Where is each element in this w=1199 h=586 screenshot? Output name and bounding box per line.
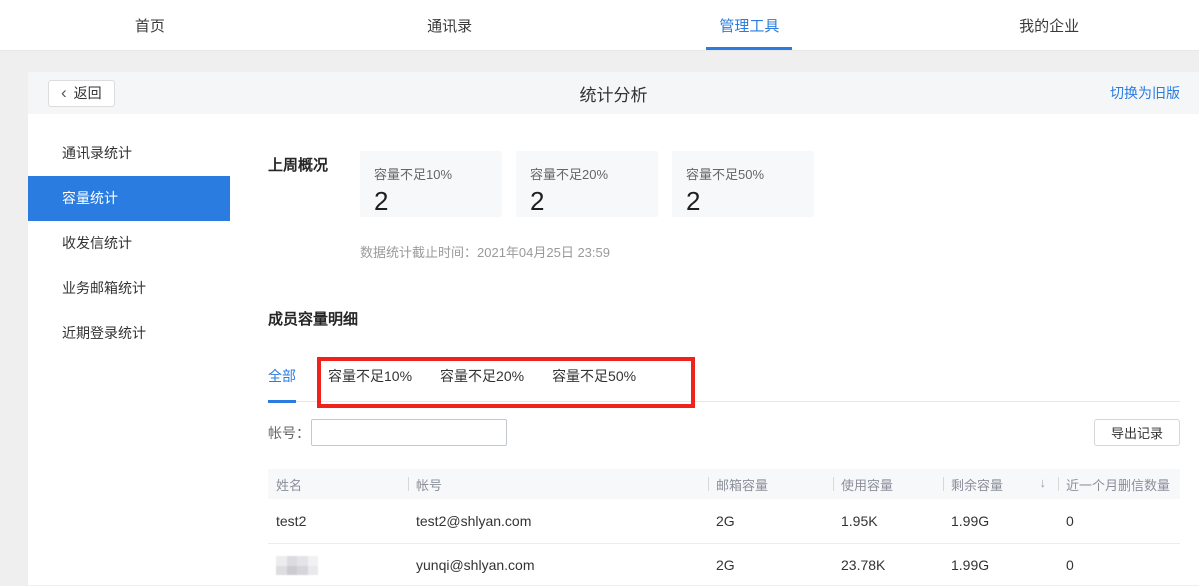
sort-descending-icon[interactable]: ↓ bbox=[1040, 475, 1047, 490]
cell-account: yunqi@shlyan.com bbox=[408, 543, 708, 586]
top-nav: 首页 通讯录 管理工具 我的企业 bbox=[0, 0, 1199, 51]
data-cutoff-timestamp: 数据统计截止时间：2021年04月25日 23:59 bbox=[360, 242, 1180, 261]
tab-under-20[interactable]: 容量不足20% bbox=[440, 366, 524, 403]
overview-section-label: 上周概况 bbox=[268, 151, 360, 217]
account-search-input[interactable] bbox=[311, 419, 507, 446]
stat-card-label: 容量不足20% bbox=[530, 164, 658, 183]
column-header-deleted-last-month: 近一个月删信数量 bbox=[1058, 469, 1180, 499]
cell-account: test2@shlyan.com bbox=[408, 499, 708, 543]
column-header-name: 姓名 bbox=[268, 469, 408, 499]
cell-remaining: 1.99G bbox=[943, 543, 1058, 586]
sidebar-item-label: 容量统计 bbox=[62, 190, 118, 206]
overview-cards: 容量不足10% 2 容量不足20% 2 容量不足50% 2 bbox=[360, 151, 814, 217]
column-header-mailbox-quota: 邮箱容量 bbox=[708, 469, 833, 499]
nav-item-label: 首页 bbox=[135, 15, 165, 36]
sidebar: 通讯录统计 容量统计 收发信统计 业务邮箱统计 近期登录统计 bbox=[28, 114, 230, 585]
back-button[interactable]: ‹ 返回 bbox=[48, 80, 115, 107]
account-input-label: 帐号： bbox=[268, 423, 310, 443]
tab-all[interactable]: 全部 bbox=[268, 366, 296, 403]
nav-item-label: 我的企业 bbox=[1019, 15, 1079, 36]
content-area: 通讯录统计 容量统计 收发信统计 业务邮箱统计 近期登录统计 上周概况 容量不足… bbox=[28, 114, 1199, 585]
cell-deleted-last-month: 0 bbox=[1058, 499, 1180, 543]
cell-name: test2 bbox=[268, 499, 408, 543]
sidebar-item-business-mailbox-stats[interactable]: 业务邮箱统计 bbox=[28, 266, 230, 311]
nav-item-my-enterprise[interactable]: 我的企业 bbox=[899, 0, 1199, 50]
cell-mailbox-quota: 2G bbox=[708, 499, 833, 543]
switch-to-old-version-link[interactable]: 切换为旧版 bbox=[1110, 83, 1180, 103]
column-header-account: 帐号 bbox=[408, 469, 708, 499]
table-header-row: 姓名 帐号 邮箱容量 使用容量 ↓ 剩余容量 近一个月删信数量 bbox=[268, 469, 1180, 499]
tab-under-50[interactable]: 容量不足50% bbox=[552, 366, 636, 403]
column-header-label: 剩余容量 bbox=[951, 478, 1003, 493]
capacity-filter-tabs: 全部 容量不足10% 容量不足20% 容量不足50% bbox=[268, 358, 1180, 402]
cell-deleted-last-month: 0 bbox=[1058, 543, 1180, 586]
active-tab-underline bbox=[706, 47, 792, 50]
redacted-name-mosaic bbox=[276, 556, 318, 575]
cell-mailbox-quota: 2G bbox=[708, 543, 833, 586]
stat-card-value: 2 bbox=[530, 186, 658, 217]
sidebar-item-contacts-stats[interactable]: 通讯录统计 bbox=[28, 131, 230, 176]
main-panel: 上周概况 容量不足10% 2 容量不足20% 2 容量不足50% 2 bbox=[230, 114, 1199, 585]
page-header: ‹ 返回 统计分析 切换为旧版 bbox=[28, 72, 1199, 114]
tab-under-10[interactable]: 容量不足10% bbox=[328, 366, 412, 403]
cell-name bbox=[268, 543, 408, 586]
stat-card-under-50: 容量不足50% 2 bbox=[672, 151, 814, 217]
back-button-label: 返回 bbox=[74, 83, 102, 103]
cell-used: 1.95K bbox=[833, 499, 943, 543]
member-capacity-detail-title: 成员容量明细 bbox=[268, 308, 1180, 329]
capacity-table: 姓名 帐号 邮箱容量 使用容量 ↓ 剩余容量 近一个月删信数量 test2 bbox=[268, 469, 1180, 586]
last-week-overview-section: 上周概况 容量不足10% 2 容量不足20% 2 容量不足50% 2 bbox=[268, 151, 1180, 217]
sidebar-item-send-receive-stats[interactable]: 收发信统计 bbox=[28, 221, 230, 266]
table-row: yunqi@shlyan.com 2G 23.78K 1.99G 0 bbox=[268, 543, 1180, 586]
stat-card-under-10: 容量不足10% 2 bbox=[360, 151, 502, 217]
page-title: 统计分析 bbox=[580, 81, 648, 106]
export-records-button[interactable]: 导出记录 bbox=[1094, 419, 1180, 446]
sidebar-item-label: 收发信统计 bbox=[62, 235, 132, 251]
account-filter-row: 帐号： 导出记录 bbox=[268, 419, 1180, 446]
chevron-left-icon: ‹ bbox=[61, 84, 67, 101]
nav-item-contacts[interactable]: 通讯录 bbox=[300, 0, 600, 50]
cell-used: 23.78K bbox=[833, 543, 943, 586]
column-header-remaining-capacity[interactable]: ↓ 剩余容量 bbox=[943, 469, 1058, 499]
column-header-used-capacity: 使用容量 bbox=[833, 469, 943, 499]
sidebar-item-label: 通讯录统计 bbox=[62, 145, 132, 161]
nav-item-label: 通讯录 bbox=[427, 15, 472, 36]
nav-item-home[interactable]: 首页 bbox=[0, 0, 300, 50]
page-panel: ‹ 返回 统计分析 切换为旧版 通讯录统计 容量统计 收发信统计 业务邮箱统计 … bbox=[28, 72, 1199, 585]
sidebar-item-capacity-stats[interactable]: 容量统计 bbox=[28, 176, 230, 221]
sidebar-item-label: 近期登录统计 bbox=[62, 325, 146, 341]
cell-remaining: 1.99G bbox=[943, 499, 1058, 543]
nav-item-label: 管理工具 bbox=[719, 15, 779, 36]
table-row: test2 test2@shlyan.com 2G 1.95K 1.99G 0 bbox=[268, 499, 1180, 543]
sidebar-item-recent-login-stats[interactable]: 近期登录统计 bbox=[28, 311, 230, 356]
stat-card-label: 容量不足10% bbox=[374, 164, 502, 183]
stat-card-label: 容量不足50% bbox=[686, 164, 814, 183]
stat-card-under-20: 容量不足20% 2 bbox=[516, 151, 658, 217]
stat-card-value: 2 bbox=[686, 186, 814, 217]
stat-card-value: 2 bbox=[374, 186, 502, 217]
nav-item-admin-tools[interactable]: 管理工具 bbox=[600, 0, 900, 50]
sidebar-item-label: 业务邮箱统计 bbox=[62, 280, 146, 296]
